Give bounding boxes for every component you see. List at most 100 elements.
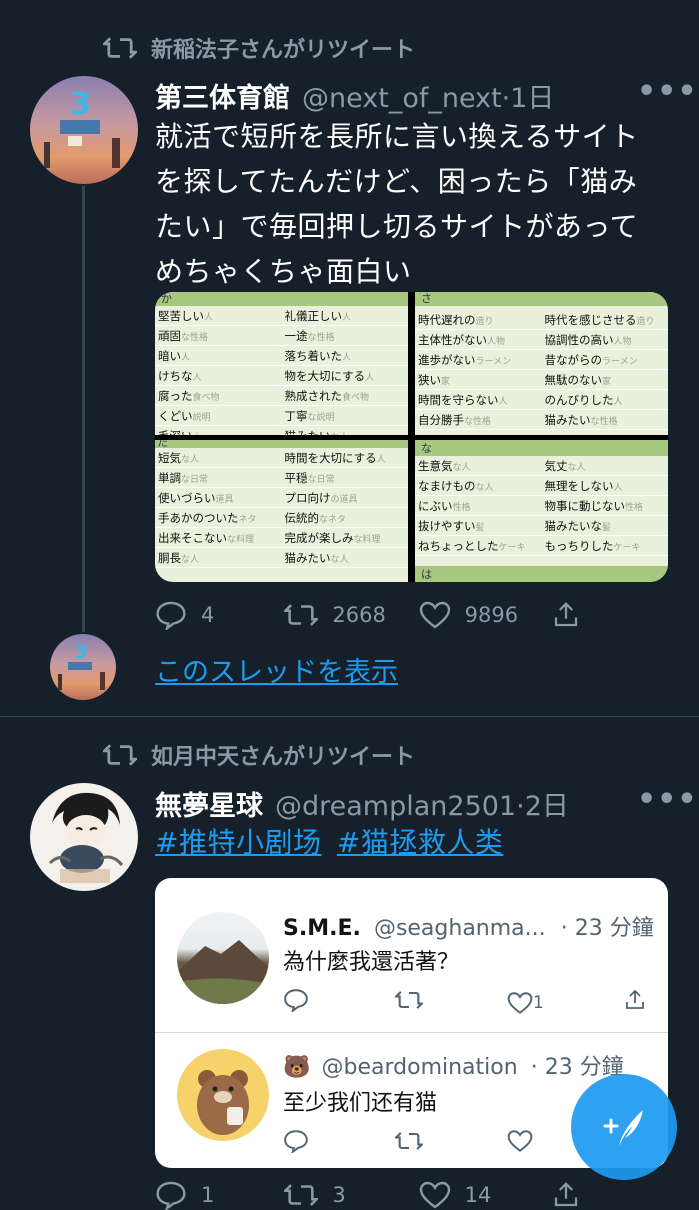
quoted-author-name: S.M.E. — [283, 916, 361, 941]
hashtag-link[interactable]: #推特小剧场 — [155, 826, 321, 859]
tweet-image-ka[interactable]: か 堅苦しい人 礼儀正しい人 頑固な性格 一途な性格 暗い人 落ち着いた人 けちな人 物を大切… — [155, 292, 408, 435]
image-cell-suffix: 造り — [636, 316, 655, 327]
share-button[interactable] — [551, 1180, 595, 1210]
image-header-bar — [155, 292, 408, 306]
image-cell-negative: ねちょっとしたケーキ — [415, 535, 542, 556]
image-cell-word: 進歩がない — [418, 352, 476, 367]
compose-tweet-button[interactable] — [571, 1074, 677, 1180]
image-cell-suffix: な説明 — [307, 412, 335, 423]
heart-icon — [507, 991, 533, 1014]
tweet-time[interactable]: ·2日 — [516, 784, 569, 823]
tweet-text-line: たい」で毎回押し切るサイトがあって — [155, 210, 639, 243]
more-options-icon[interactable]: ••• — [637, 782, 698, 817]
image-cell-negative: 生意気な人 — [415, 456, 542, 476]
reply-button[interactable]: 1 — [155, 1180, 284, 1210]
image-cell-suffix: な人 — [181, 454, 200, 465]
image-cell-negative: 暗い人 — [155, 345, 282, 366]
image-table-row: ねちょっとしたケーキ もっちりしたケーキ — [415, 535, 668, 556]
image-cell-word: 短気 — [158, 450, 181, 465]
image-table-row: なまけものな人 無理をしない人 — [415, 475, 668, 496]
image-cell-suffix: ラーメン — [475, 356, 512, 367]
image-cell-positive: プロ向けの道具 — [281, 487, 408, 508]
svg-text:3: 3 — [74, 641, 87, 663]
image-cell-word: もっちりした — [544, 538, 614, 553]
reply-button[interactable]: 4 — [155, 600, 284, 630]
tweet-actions: 1 3 14 — [155, 1180, 595, 1210]
tweet-image-ta[interactable]: た 短気な人 時間を大切にする人 単調な日常 平穏な日常 使いづらい道具 プロ向けの道具手… — [155, 440, 408, 582]
quoted-author-handle: @seaghanma... — [373, 916, 546, 941]
image-cell-suffix: な人 — [330, 554, 349, 565]
retweet-context[interactable]: 如月中天さんがリツイート — [103, 739, 415, 771]
image-table-row: 出来そこないな料理 完成が楽しみな料理 — [155, 527, 408, 548]
tweet-actions: 4 2668 9896 — [155, 600, 595, 630]
image-cell-suffix: な日常 — [181, 474, 209, 485]
image-cell-word: にぶい — [418, 498, 453, 513]
image-cell-positive: 熟成された食べ物 — [281, 385, 408, 406]
tweet-image-grid[interactable]: か 堅苦しい人 礼儀正しい人 頑固な性格 一途な性格 暗い人 落ち着いた人 けちな人 物を大切… — [155, 292, 668, 582]
tweet-image-na[interactable]: な 生意気な人 気丈な人 なまけものな人 無理をしない人 にぶい性格 物事に動じない性格抜… — [415, 440, 668, 582]
author-name[interactable]: 第三体育館 — [155, 76, 290, 115]
image-table-row: けちな人 物を大切にする人 — [155, 365, 408, 386]
tweet-time[interactable]: ·1日 — [502, 76, 555, 115]
tweet-divider — [0, 716, 699, 717]
share-icon — [554, 602, 578, 627]
image-cell-word: 手あかのついた — [158, 510, 239, 525]
quoted-reply-icon — [283, 988, 395, 1017]
quoted-tweet-text: 至少我们还有猫 — [283, 1091, 438, 1116]
image-cell-positive: 一途な性格 — [281, 325, 408, 346]
thread-avatar[interactable]: 3 — [50, 634, 116, 700]
quoted-like-count: 1 — [533, 992, 544, 1013]
image-cell-word: 抜けやすい — [418, 518, 476, 533]
image-cell-negative: 自分勝手な性格 — [415, 409, 542, 430]
image-cell-negative: 抜けやすい髪 — [415, 515, 542, 536]
image-cell-suffix: 人物 — [487, 336, 506, 347]
like-button[interactable]: 14 — [419, 1180, 551, 1210]
quoted-share-icon — [623, 988, 647, 1017]
image-cell-suffix: な人 — [475, 482, 494, 493]
author-name[interactable]: 無夢星球 — [155, 784, 263, 823]
image-header-bar — [155, 440, 408, 448]
image-cell-positive: 伝統的なネタ — [281, 507, 408, 528]
image-table-row: 主体性がない人物 協調性の高い人物 — [415, 329, 668, 350]
more-options-icon[interactable]: ••• — [637, 74, 698, 109]
image-cell-negative: けちな人 — [155, 365, 282, 386]
retweet-button[interactable]: 2668 — [284, 600, 418, 630]
image-table-row: 単調な日常 平穏な日常 — [155, 467, 408, 488]
hashtag-link[interactable]: #猫拯救人类 — [337, 826, 503, 859]
avatar[interactable]: 3 — [30, 76, 138, 184]
quoted-tweet[interactable]: S.M.E. @seaghanma... · 23 分鐘 為什麼我還活著？ 1 — [155, 878, 668, 1032]
retweet-icon — [103, 37, 137, 59]
image-cell-word: 使いづらい — [158, 490, 216, 505]
retweet-context[interactable]: 新稲法子さんがリツイート — [103, 32, 415, 64]
quoted-heart-icon — [507, 1129, 533, 1158]
avatar[interactable] — [30, 783, 138, 891]
author-handle[interactable]: @dreamplan2501 — [275, 791, 516, 822]
show-thread-link[interactable]: このスレッドを表示 — [155, 650, 398, 689]
image-cell-suffix: な料理 — [227, 534, 255, 545]
like-button[interactable]: 9896 — [419, 600, 551, 630]
image-cell-negative: くどい説明 — [155, 405, 282, 426]
image-cell-positive: 平穏な日常 — [281, 467, 408, 488]
bear-emoji-icon: 🐻 — [283, 1055, 311, 1080]
image-cell-word: 猫みたいな — [544, 518, 603, 533]
image-cell-suffix: 人 — [376, 454, 386, 465]
image-cell-word: 時間を守らない — [418, 392, 499, 407]
image-cell-positive: 猫みたいな髪 — [541, 515, 668, 536]
avatar[interactable] — [177, 1049, 269, 1141]
share-button[interactable] — [551, 600, 595, 630]
image-cell-word: 単調 — [158, 470, 181, 485]
image-cell-negative: 出来そこないな料理 — [155, 527, 282, 548]
image-cell-negative: 腐った食べ物 — [155, 385, 282, 406]
retweet-button[interactable]: 3 — [284, 1180, 418, 1210]
image-table-row: 時間を守らない人 のんびりした人 — [415, 389, 668, 410]
avatar[interactable] — [177, 912, 269, 1004]
image-cell-suffix: な性格 — [181, 332, 209, 343]
image-cell-suffix: な性格 — [464, 416, 492, 427]
author-handle[interactable]: @next_of_next — [302, 83, 502, 114]
image-table-row: 腐った食べ物 熟成された食べ物 — [155, 385, 408, 406]
quoted-author-handle: @beardomination — [321, 1055, 518, 1080]
image-cell-suffix: の道具 — [330, 494, 358, 505]
tweet-image-sa[interactable]: さ 時代遅れの造り 時代を感じさせる造り 主体性がない人物 協調性の高い人物 進歩がない… — [415, 292, 668, 435]
image-cell-word: 昔ながらの — [544, 352, 603, 367]
image-cell-positive: 時代を感じさせる造り — [541, 310, 668, 330]
